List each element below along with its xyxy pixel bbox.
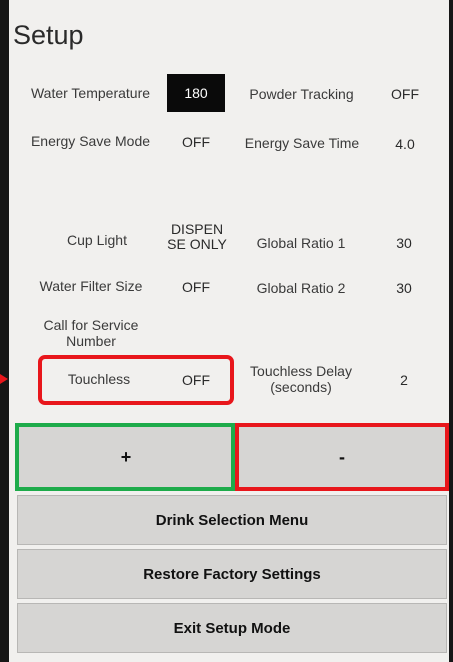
decrement-highlight-box [235, 423, 449, 491]
increment-highlight-box [15, 423, 235, 491]
global-ratio-2-value[interactable]: 30 [389, 280, 419, 296]
energy-save-time-label: Energy Save Time [244, 135, 360, 151]
touchless-value[interactable]: OFF [173, 372, 219, 388]
touchless-delay-label: Touchless Delay (seconds) [245, 363, 357, 395]
touchless-delay-label-line2: (seconds) [270, 379, 332, 395]
cup-light-value-line2: SE ONLY [167, 236, 227, 252]
call-for-service-label-line2: Number [66, 333, 116, 349]
touchless-delay-label-line1: Touchless Delay [250, 363, 352, 379]
global-ratio-1-label: Global Ratio 1 [256, 235, 346, 251]
energy-save-mode-label: Energy Save Mode [30, 133, 151, 149]
call-for-service-label-line1: Call for Service [43, 317, 139, 333]
global-ratio-2-label: Global Ratio 2 [256, 280, 346, 296]
call-for-service-label: Call for Service Number [27, 317, 155, 349]
restore-factory-settings-button[interactable]: Restore Factory Settings [17, 549, 447, 599]
global-ratio-1-value[interactable]: 30 [389, 235, 419, 251]
pointer-arrow-icon [0, 374, 8, 384]
device-bezel-left [0, 0, 9, 662]
water-filter-size-value[interactable]: OFF [173, 279, 219, 295]
touchless-delay-value[interactable]: 2 [391, 372, 417, 388]
drink-selection-menu-button[interactable]: Drink Selection Menu [17, 495, 447, 545]
energy-save-mode-value[interactable]: OFF [173, 134, 219, 150]
water-filter-size-label: Water Filter Size [39, 278, 143, 294]
setup-screen: Setup Water Temperature 180 Powder Track… [9, 0, 449, 662]
device-bezel-right [449, 0, 453, 662]
powder-tracking-value[interactable]: OFF [385, 86, 425, 102]
exit-setup-mode-button[interactable]: Exit Setup Mode [17, 603, 447, 653]
page-title: Setup [13, 20, 84, 50]
water-temperature-value[interactable]: 180 [167, 74, 225, 112]
powder-tracking-label: Powder Tracking [249, 86, 354, 102]
cup-light-value-line1: DISPEN [170, 221, 224, 237]
water-temperature-label: Water Temperature [30, 85, 151, 101]
cup-light-value[interactable]: DISPEN SE ONLY [165, 222, 229, 252]
cup-light-label: Cup Light [67, 232, 127, 248]
energy-save-time-value[interactable]: 4.0 [387, 136, 423, 152]
touchless-label: Touchless [67, 371, 131, 387]
